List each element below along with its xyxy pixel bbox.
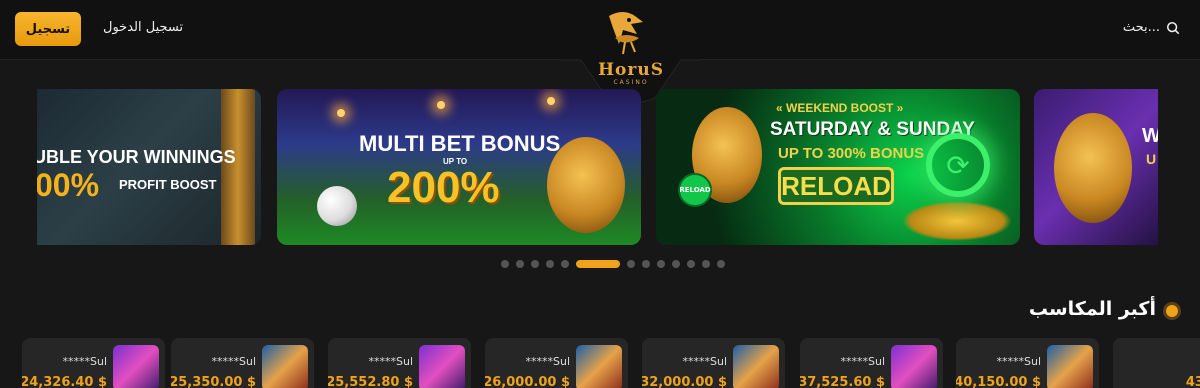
reload-cycle-icon: ⟳ — [926, 133, 990, 197]
section-dot-icon — [1166, 305, 1178, 317]
firework-decoration — [337, 109, 345, 117]
winner-username: *****Sul — [840, 355, 885, 368]
pharaoh-mascot-image — [547, 137, 625, 233]
winner-username: *****Sul — [525, 355, 570, 368]
winner-username: *****Sul — [211, 355, 256, 368]
horus-logo-icon — [609, 12, 643, 55]
carousel-dot[interactable] — [516, 260, 524, 268]
register-button[interactable]: تسجيل — [15, 12, 81, 46]
game-thumbnail — [1047, 345, 1093, 388]
logo-wordmark: HoruS — [598, 60, 664, 80]
winner-username: *****Sul — [62, 355, 107, 368]
game-thumbnail — [733, 345, 779, 388]
winner-card[interactable]: *****Sul 25,350.00 $ — [171, 338, 314, 388]
winner-username: *****Sul — [682, 355, 727, 368]
firework-decoration — [437, 101, 445, 109]
winner-amount: 32,000.00 $ — [642, 375, 727, 388]
biggest-wins-heading: أكبر المكاسب — [1028, 298, 1156, 320]
coins-decoration — [902, 201, 1012, 241]
game-thumbnail — [576, 345, 622, 388]
banner-title: UBLE YOUR WINNINGS — [37, 147, 236, 167]
winner-amount: 25,350.00 $ — [171, 375, 256, 388]
winner-amount: 25,552.80 $ — [328, 375, 413, 388]
carousel-dot[interactable] — [576, 260, 620, 268]
pharaoh-mascot-image — [1054, 113, 1132, 223]
logo-subtitle: CASINO — [613, 79, 649, 86]
winner-username: *****Sul — [996, 355, 1041, 368]
winner-card[interactable]: *****Sul 26,000.00 $ — [485, 338, 628, 388]
banner-title: MULTI BET BONUS — [359, 131, 561, 156]
carousel-dot[interactable] — [717, 260, 725, 268]
reload-label: RELOAD — [778, 167, 894, 205]
banner-percent: 00% — [37, 167, 100, 203]
game-thumbnail — [891, 345, 937, 388]
game-thumbnail — [262, 345, 308, 388]
game-thumbnail — [113, 345, 159, 388]
banner-subtitle: UP TO 300% BONUS — [778, 145, 925, 162]
carousel-dot[interactable] — [627, 260, 635, 268]
carousel-pagination — [501, 260, 725, 268]
winner-card[interactable]: *****Sul 25,552.80 $ — [328, 338, 471, 388]
soccer-ball-icon — [317, 186, 357, 226]
winner-card[interactable]: *****Sul 40,150.00 $ — [956, 338, 1099, 388]
winner-username: *****Sul — [368, 355, 413, 368]
promo-banner-partial[interactable]: W U — [1034, 89, 1158, 245]
winner-amount: 40,150.00 $ — [956, 375, 1041, 388]
winner-card[interactable]: *****Sul 32,000.00 $ — [642, 338, 785, 388]
promo-banner-weekend-reload[interactable]: RELOAD « WEEKEND BOOST » SATURDAY & SUND… — [656, 89, 1020, 245]
winner-amount: 43,375.0 — [1185, 375, 1200, 388]
carousel-dot[interactable] — [546, 260, 554, 268]
reload-badge: RELOAD — [678, 173, 712, 207]
winner-card[interactable]: *****43,375.0 — [1113, 338, 1200, 388]
banner-percent: 200% — [387, 163, 500, 212]
winner-amount: 24,326.40 $ — [22, 375, 107, 388]
banner-title: W — [1142, 125, 1158, 147]
carousel-dot[interactable] — [501, 260, 509, 268]
carousel-dot[interactable] — [561, 260, 569, 268]
winner-card[interactable]: *****Sul 24,326.40 $ — [22, 338, 165, 388]
login-link[interactable]: تسجيل الدخول — [103, 20, 183, 35]
carousel-dot[interactable] — [531, 260, 539, 268]
carousel-dot[interactable] — [672, 260, 680, 268]
firework-decoration — [547, 97, 555, 105]
carousel-dot[interactable] — [657, 260, 665, 268]
promo-banner-multi-bet[interactable]: MULTI BET BONUS UP TO 200% — [277, 89, 641, 245]
winner-amount: 37,525.60 $ — [800, 375, 885, 388]
carousel-fade-right — [1160, 89, 1200, 245]
carousel-dot[interactable] — [702, 260, 710, 268]
carousel-fade-left — [0, 89, 40, 245]
winner-amount: 26,000.00 $ — [485, 375, 570, 388]
promo-banner-profit-boost[interactable]: UBLE YOUR WINNINGS 00% PROFIT BOOST — [37, 89, 261, 245]
banner-tag: « WEEKEND BOOST » — [776, 101, 904, 115]
banner-subtitle: PROFIT BOOST — [119, 177, 217, 192]
banner-subtitle: U — [1146, 151, 1157, 167]
carousel-dot[interactable] — [687, 260, 695, 268]
search-button[interactable]: بحث... — [1123, 20, 1180, 35]
winner-card[interactable]: *****Sul 37,525.60 $ — [800, 338, 943, 388]
biggest-wins-list: *****Sul 24,326.40 $ *****Sul 25,350.00 $ **… — [0, 338, 1200, 388]
carousel-dot[interactable] — [642, 260, 650, 268]
search-label: بحث... — [1122, 20, 1160, 35]
search-icon — [1166, 21, 1180, 34]
game-thumbnail — [419, 345, 465, 388]
